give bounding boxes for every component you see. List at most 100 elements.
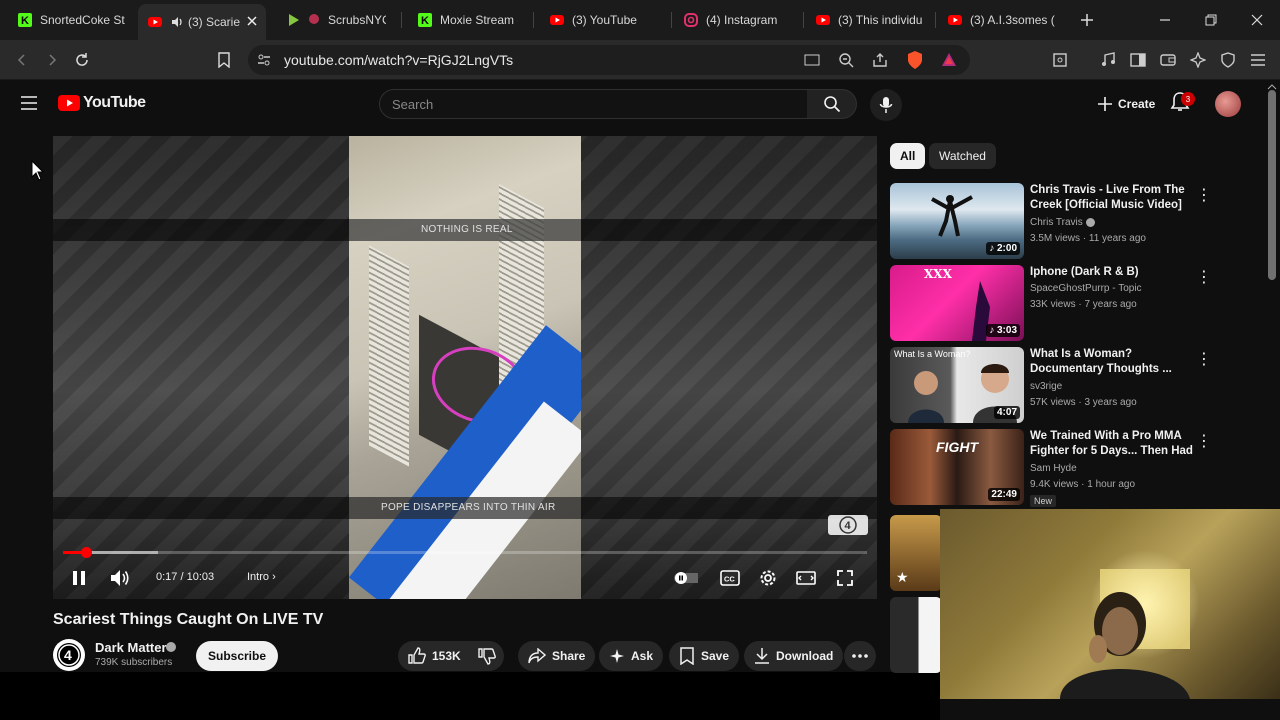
vpn-icon[interactable] — [1216, 48, 1240, 72]
video-thumbnail[interactable]: ★ — [890, 515, 942, 591]
sparkle-icon — [609, 648, 625, 664]
scroll-up-arrow-icon[interactable] — [1267, 84, 1277, 90]
chip-watched[interactable]: Watched — [929, 143, 996, 169]
save-button[interactable]: Save — [669, 641, 740, 671]
recommendation-title[interactable]: Chris Travis - Live From The Creek [Offi… — [1030, 183, 1195, 213]
recommendation-item[interactable]: FIGHT 22:49 We Trained With a Pro MMA Fi… — [890, 429, 1270, 507]
recommendation-channel[interactable]: sv3rige — [1030, 381, 1062, 392]
account-avatar[interactable] — [1215, 91, 1241, 117]
video-thumbnail[interactable]: ♪ 2:00 — [890, 183, 1024, 259]
subscribe-button[interactable]: Subscribe — [196, 641, 279, 671]
theater-mode-icon[interactable] — [794, 566, 818, 590]
recommendation-item[interactable]: What Is a Woman? 4:07 What Is a Woman? D… — [890, 347, 1270, 425]
progress-bar[interactable] — [63, 547, 867, 558]
chapter-title[interactable]: Intro › — [247, 571, 276, 583]
video-thumbnail[interactable]: XXX ♪ 3:03 — [890, 265, 1024, 341]
share-button[interactable]: Share — [518, 641, 596, 671]
share-label: Share — [552, 649, 586, 663]
youtube-play-icon — [58, 95, 80, 111]
reload-icon[interactable] — [70, 48, 94, 72]
more-actions-button[interactable] — [844, 641, 876, 671]
progress-scrubber[interactable] — [80, 547, 92, 558]
chevron-right-icon: › — [272, 571, 276, 583]
recommendation-channel[interactable]: Chris Travis — [1030, 217, 1095, 228]
more-vertical-icon[interactable]: ⋮ — [1196, 349, 1212, 369]
pause-icon[interactable] — [67, 566, 91, 590]
forward-icon[interactable] — [40, 48, 64, 72]
sidebar-toggle-icon[interactable] — [1126, 48, 1150, 72]
site-info-icon[interactable] — [256, 52, 272, 68]
leo-ai-icon[interactable] — [1186, 48, 1210, 72]
tab-search-icon[interactable] — [1048, 48, 1072, 72]
video-thumbnail[interactable]: What Is a Woman? 4:07 — [890, 347, 1024, 423]
close-window-icon[interactable] — [1234, 0, 1280, 40]
kick-icon: K — [418, 13, 432, 27]
ask-button[interactable]: Ask — [599, 641, 664, 671]
time-display: 0:17 / 10:03 — [156, 571, 215, 583]
bookmark-icon[interactable] — [212, 48, 236, 72]
wallet-icon[interactable] — [1156, 48, 1180, 72]
chapter-label: Intro — [247, 571, 270, 583]
browser-tab[interactable]: (3) A.I.3somes ( — [938, 0, 1066, 40]
tab-label: (3) YouTube — [572, 13, 637, 27]
more-vertical-icon[interactable]: ⋮ — [1196, 267, 1212, 287]
browser-tab[interactable]: (3) YouTube — [540, 0, 668, 40]
settings-gear-icon[interactable] — [756, 566, 780, 590]
brave-rewards-icon[interactable] — [940, 51, 958, 69]
recommendation-title[interactable]: We Trained With a Pro MMA Fighter for 5 … — [1030, 429, 1195, 459]
menu-icon[interactable] — [1246, 48, 1270, 72]
subtitles-icon[interactable]: CC — [718, 566, 742, 590]
recommendation-item[interactable]: ♪ 2:00 Chris Travis - Live From The Cree… — [890, 183, 1270, 261]
recommendation-channel[interactable]: SpaceGhostPurrp - Topic — [1030, 283, 1142, 294]
fullscreen-icon[interactable] — [833, 566, 857, 590]
media-control-icon[interactable] — [1096, 48, 1120, 72]
recommendation-channel[interactable]: Sam Hyde — [1030, 463, 1077, 474]
youtube-logo[interactable]: YouTube — [58, 94, 146, 112]
kick-icon: K — [18, 13, 32, 27]
browser-tab[interactable]: K Moxie Stream - — [408, 0, 528, 40]
browser-tab[interactable]: K SnortedCoke St — [8, 0, 136, 40]
video-thumbnail[interactable] — [890, 597, 942, 673]
guide-menu-icon[interactable] — [20, 96, 38, 110]
search-button[interactable] — [807, 89, 857, 119]
download-button[interactable]: Download — [744, 641, 844, 671]
browser-tab[interactable]: (4) Instagram — [674, 0, 802, 40]
zoom-icon[interactable] — [838, 52, 854, 68]
back-icon[interactable] — [10, 48, 34, 72]
recommendation-title[interactable]: What Is a Woman? Documentary Thoughts ..… — [1030, 347, 1195, 377]
address-bar[interactable]: youtube.com/watch?v=RjGJ2LngVTs — [248, 45, 970, 75]
minimize-icon[interactable] — [1142, 0, 1188, 40]
thumbnail-text: FIGHT — [936, 439, 978, 455]
dislike-button[interactable] — [470, 641, 504, 671]
browser-tab[interactable]: (3) This individu — [806, 0, 934, 40]
more-vertical-icon[interactable]: ⋮ — [1196, 431, 1212, 451]
browser-tab-active[interactable]: (3) Scarie — [138, 4, 266, 40]
autoplay-toggle-icon[interactable] — [674, 566, 698, 590]
speaker-icon[interactable] — [170, 15, 184, 29]
voice-search-button[interactable] — [870, 89, 902, 121]
brave-shield-icon[interactable] — [906, 50, 924, 70]
browser-tab[interactable]: ScrubsNYC — [276, 0, 396, 40]
channel-avatar[interactable]: 4 — [53, 639, 85, 671]
channel-name[interactable]: Dark Matter — [95, 640, 167, 655]
ask-label: Ask — [631, 649, 654, 663]
more-vertical-icon[interactable]: ⋮ — [1196, 185, 1212, 205]
close-tab-icon[interactable] — [246, 15, 258, 27]
cast-icon[interactable] — [804, 52, 820, 68]
video-thumbnail[interactable]: FIGHT 22:49 — [890, 429, 1024, 505]
volume-icon[interactable] — [108, 566, 132, 590]
channel-watermark[interactable]: 4 — [828, 515, 868, 535]
create-button[interactable]: Create — [1088, 89, 1165, 119]
page-scrollbar[interactable] — [1268, 90, 1276, 280]
youtube-masthead: YouTube Search Create — [0, 81, 1280, 127]
browser-toolbar: youtube.com/watch?v=RjGJ2LngVTs — [0, 40, 1280, 80]
chip-all[interactable]: All — [890, 143, 926, 169]
share-page-icon[interactable] — [872, 52, 888, 68]
new-tab-icon[interactable] — [1075, 8, 1099, 32]
recommendation-item[interactable]: XXX ♪ 3:03 Iphone (Dark R & B) SpaceGhos… — [890, 265, 1270, 343]
search-input[interactable]: Search — [379, 89, 808, 119]
video-player[interactable]: NOTHING IS REAL POPE DISAPPEARS INTO THI… — [53, 136, 877, 599]
shorts-icon: ♪ — [989, 243, 995, 254]
restore-icon[interactable] — [1188, 0, 1234, 40]
recommendation-title[interactable]: Iphone (Dark R & B) — [1030, 265, 1195, 280]
